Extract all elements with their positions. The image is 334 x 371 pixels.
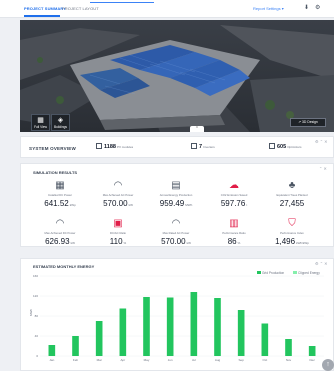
scroll-top-button[interactable]: ↑ [322,359,334,371]
modules-count: 1188PV modules [96,143,133,150]
top-bar: PROJECT SUMMARY PROJECT LAYOUT Report Se… [0,0,334,18]
y-axis-label: MWh [30,309,33,316]
sim-tile-value: 570.00kW [161,237,191,246]
buildings-button[interactable]: ◈ Buildings [51,114,70,131]
bar-sep[interactable] [237,310,245,356]
x-tick-label: Sep [238,358,244,362]
bar-chart-icon: ▥ [229,218,239,229]
system-overview-card: SYSTEM OVERVIEW 1188PV modules 7Inverter… [20,136,334,158]
sim-tile-value: 626.93kW [45,237,75,246]
y-tick-label: 0 [36,354,38,358]
optimizer-icon [269,143,275,149]
shield-icon: ⛉ [288,218,296,229]
bar-oct[interactable] [261,323,269,357]
bar-aug[interactable] [214,298,221,356]
gauge-icon: ◠ [171,218,181,229]
bar-feb[interactable] [72,336,79,356]
tree-icon: ♣ [288,180,296,191]
sim-tile: ▦ Installed DC Power 641.52kWp [30,180,90,208]
inverters-count: 7Inverters [191,143,215,150]
report-settings-link[interactable]: Report Settings ▾ [253,6,284,11]
calendar-icon: ▤ [171,180,181,191]
x-tick-label: Jul [192,358,196,362]
download-icon[interactable]: ⬇ [304,5,309,11]
ratio-icon: ▣ [113,218,123,229]
progress-line [90,2,154,3]
collapse-handle[interactable]: ⌃ [190,126,204,132]
x-tick-label: Feb [73,358,79,362]
system-overview-title: SYSTEM OVERVIEW [29,146,76,151]
inverter-icon [191,143,197,149]
sim-tile-value: 959.49MWh [159,199,193,208]
x-tick-label: Aug [215,358,221,362]
card-controls[interactable]: ⚙ ⌃ ✕ [315,139,328,144]
sim-tile: ▥ Performance Ratio 86% [204,218,264,246]
bar-apr[interactable] [119,308,127,357]
sim-tile: ◠ Max Achieved DC Power 626.93kW [30,218,90,246]
active-tab-indicator [24,15,60,17]
sim-tile-value: 27,455 [279,199,305,208]
simulation-results-title: SIMULATION RESULTS [33,170,78,175]
y-tick-label: 40 [35,334,39,338]
bar-jul[interactable] [190,292,198,356]
full-view-button[interactable]: ▦ Full View [31,114,50,131]
x-tick-label: Nov [286,358,292,362]
sim-tile-value: 597.76t [220,199,248,208]
bar-jun[interactable] [166,297,174,357]
sim-tile: ⛉ Performance Index 1,496kWh/kWp [262,218,322,246]
bar-may[interactable] [143,297,150,356]
y-tick-label: 120 [33,294,38,298]
sim-tile: ♣ Equivalent Trees Planted 27,455 [262,180,322,208]
panel-icon [96,143,102,149]
sim-tile-value: 641.52kWp [44,199,76,208]
card-controls[interactable]: ⚙ ⌃ ✕ [315,261,328,266]
sim-tile-value: 86% [227,237,241,246]
grid-icon: ▦ [37,117,44,124]
tab-project-layout[interactable]: PROJECT LAYOUT [62,6,99,11]
card-controls[interactable]: ⌃ ✕ [319,166,327,171]
x-tick-label: Apr [120,358,125,362]
sim-tile: ▣ DC/AC Ratio 110% [88,218,148,246]
monthly-energy-chart: 0 40 80 120 160 MWh Jan Feb Mar Apr May Jun Jul Aug Se… [30,274,324,362]
bar-mar[interactable] [95,321,103,356]
bar-jan[interactable] [48,345,56,356]
y-tick-label: 160 [33,274,38,278]
sim-tile: ▤ Annual Energy Production 959.49MWh [146,180,206,208]
sim-tile: ◠ Max Achieved AC Power 570.00kW [88,180,148,208]
gauge-icon: ◠ [55,218,65,229]
y-tick-label: 80 [35,314,39,318]
x-tick-label: Jun [168,358,173,362]
sim-tile-value: 110% [109,237,127,246]
cloud-icon: ☁ [229,180,239,191]
bar-nov[interactable] [285,339,292,356]
optimizers-count: 605Optimizers [269,143,302,150]
x-tick-label: Jan [49,358,54,362]
sim-tile-value: 1,496kWh/kWp [275,237,309,246]
gauge-icon: ◠ [113,180,123,191]
sim-tile-value: 570.00kW [103,199,133,208]
x-tick-label: Mar [97,358,102,362]
sim-tile: ☁ CO2 Emission Saved 597.76t [204,180,264,208]
gear-icon[interactable]: ⚙ [315,5,320,11]
x-tick-label: May [144,358,150,362]
3d-design-button[interactable]: ↗ 3D Design [290,118,326,127]
cube-icon: ◈ [57,117,64,124]
sim-tile: ◠ Max Rated AC Power 570.00kW [146,218,206,246]
bar-dec[interactable] [308,346,316,356]
x-tick-label: Dec [309,358,315,362]
tab-project-summary[interactable]: PROJECT SUMMARY [24,6,66,11]
x-tick-label: Oct [262,358,267,362]
solar-panel-icon: ▦ [55,180,65,191]
